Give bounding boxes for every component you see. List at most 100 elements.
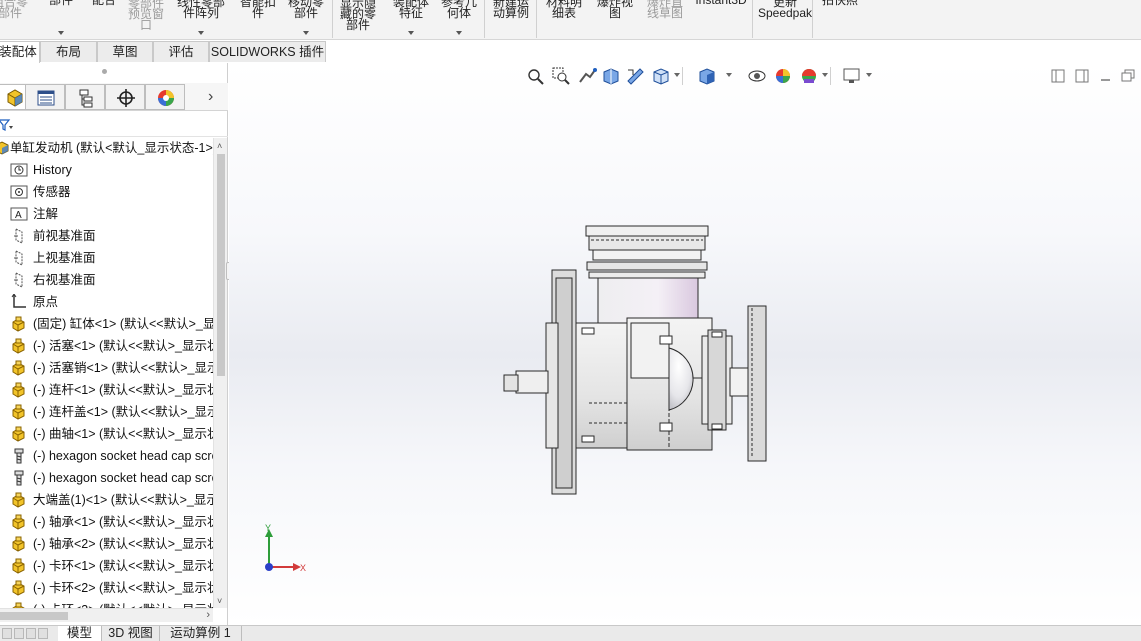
dropdown-caret-icon[interactable] [456,31,462,35]
move-component-button[interactable]: 移动零 部件 [284,0,328,40]
tab-3d-view[interactable]: 3D 视图 [102,626,160,641]
tree-horizontal-scrollbar[interactable]: › [0,608,213,622]
panel-grip-dot[interactable] [102,69,107,74]
tab-motion-study[interactable]: 运动算例 1 [160,626,242,641]
component-preview-button[interactable]: 零部件 预览窗口 [122,0,170,40]
scroll-right-icon[interactable]: › [206,609,210,621]
dropdown-caret-icon[interactable] [303,31,309,35]
dimxpert-tab[interactable] [105,84,145,110]
display-manager-tab[interactable] [145,84,185,110]
combine-components-button[interactable]: 组合零部件 [0,0,32,40]
insert-components-label: 部件 [48,0,73,7]
dropdown-caret-icon[interactable] [674,73,680,77]
funnel-icon[interactable] [0,118,12,132]
tree-filter[interactable] [0,113,228,137]
display-style-icon[interactable] [696,66,718,86]
dropdown-caret-icon[interactable] [58,31,64,35]
edit-appearance-icon[interactable] [772,66,794,86]
tree-vertical-scrollbar[interactable]: ˄ ˅ [213,138,227,608]
configurationmanager-tab[interactable] [65,84,105,110]
dropdown-caret-icon[interactable] [866,73,872,77]
tree-node[interactable]: (-) 卡环<3> (默认<<默认>_显示状态 1>) [0,599,213,608]
view-settings-icon[interactable] [840,66,862,86]
mate-button[interactable]: 配合 [86,0,122,40]
configurationmanager-icon [79,89,93,108]
tree-node[interactable]: 上视基准面 [0,247,213,269]
tree-node[interactable]: (-) 轴承<2> (默认<<默认>_显示状态 1>) [0,533,213,555]
tab-assembly[interactable]: 装配体 [0,41,40,63]
tree-root-node[interactable]: 单缸发动机 (默认<默认_显示状态-1>) [0,138,213,159]
tree-node[interactable]: (-) hexagon socket head cap screw [0,467,213,489]
filter-caret-icon[interactable] [9,126,13,129]
update-speedpak-label: Speedpak [757,6,813,20]
tile-right-icon[interactable] [1071,66,1093,86]
scrollbar-thumb[interactable] [217,154,225,376]
linear-pattern-button[interactable]: 线性零部 件阵列 [172,0,230,40]
zoom-to-fit-icon[interactable] [524,66,546,86]
engine-assembly-model[interactable] [479,218,779,503]
zoom-to-area-icon[interactable] [550,66,572,86]
tree-node[interactable]: 传感器 [0,181,213,203]
tree-node[interactable]: (-) hexagon socket head cap screw [0,445,213,467]
show-hidden-components-button[interactable]: 显示隐 藏的零 部件 [330,0,386,40]
graphics-area[interactable]: Y X [229,63,1141,625]
ribbon-separator [812,0,813,38]
tree-node[interactable]: 前视基准面 [0,225,213,247]
next-tab-nav-icon[interactable] [26,628,36,639]
insert-components-button[interactable]: 部件 [40,0,82,40]
last-tab-nav-icon[interactable] [38,628,48,639]
more-tabs-chevron-icon[interactable]: › [208,88,213,106]
tree-node[interactable]: A 注解 [0,203,213,225]
dropdown-caret-icon[interactable] [198,31,204,35]
scrollbar-thumb[interactable] [0,612,68,620]
restore-icon[interactable] [1117,66,1139,86]
tile-left-icon[interactable] [1047,66,1069,86]
scroll-up-icon[interactable]: ˄ [217,141,222,151]
exploded-view-button[interactable]: 爆炸视图 [590,0,640,40]
tree-node[interactable]: (-) 卡环<2> (默认<<默认>_显示状态 1>) [0,577,213,599]
tree-node[interactable]: 大端盖(1)<1> (默认<<默认>_显示状态 1>) [0,489,213,511]
update-speedpak-button[interactable]: 更新 Speedpak [754,0,816,40]
prev-tab-nav-icon[interactable] [14,628,24,639]
instant3d-button[interactable]: Instant3D [690,0,752,40]
dropdown-caret-icon[interactable] [822,73,828,77]
tab-solidworks-addins[interactable]: SOLIDWORKS 插件 [209,41,326,62]
previous-view-icon[interactable] [576,66,598,86]
tree-node[interactable]: (-) 活塞销<1> (默认<<默认>_显示状态 1>) [0,357,213,379]
new-motion-study-button[interactable]: 新建运 动算例 [484,0,538,40]
tree-node[interactable]: (-) 连杆盖<1> (默认<<默认>_显示状态 1>) [0,401,213,423]
tree-node[interactable]: (-) 活塞<1> (默认<<默认>_显示状态 1>) [0,335,213,357]
tree-node[interactable]: (固定) 缸体<1> (默认<<默认>_显示状态 1>) [0,313,213,335]
take-snapshot-button[interactable]: 拍快照 [816,0,864,40]
tree-node[interactable]: (-) 轴承<1> (默认<<默认>_显示状态 1>) [0,511,213,533]
scroll-down-icon[interactable]: ˅ [217,596,222,606]
tab-layout[interactable]: 布局 [40,41,97,62]
assembly-features-button[interactable]: 装配体 特征 [388,0,434,40]
dropdown-caret-icon[interactable] [408,31,414,35]
tab-model[interactable]: 模型 [58,626,102,641]
dynamic-annotation-icon[interactable] [624,66,646,86]
bill-of-materials-button[interactable]: 材料明 细表 [540,0,588,40]
minimize-icon[interactable] [1095,66,1117,86]
explode-line-sketch-button[interactable]: 爆炸直 线草图 [640,0,690,40]
tree-node[interactable]: (-) 连杆<1> (默认<<默认>_显示状态 1>) [0,379,213,401]
tree-node[interactable]: 原点 [0,291,213,313]
hide-show-icon[interactable] [746,66,768,86]
tree-node[interactable]: History [0,159,213,181]
tree-node[interactable]: (-) 曲轴<1> (默认<<默认>_显示状态 1>) [0,423,213,445]
first-tab-nav-icon[interactable] [2,628,12,639]
tree-node[interactable]: (-) 卡环<1> (默认<<默认>_显示状态 1>) [0,555,213,577]
view-orientation-icon[interactable] [650,66,672,86]
propertymanager-tab[interactable] [25,84,65,110]
tree-node[interactable]: 右视基准面 [0,269,213,291]
combine-components-label: 部件 [0,6,22,20]
dropdown-caret-icon[interactable] [726,73,732,77]
tab-evaluate[interactable]: 评估 [153,41,209,62]
reference-geometry-button[interactable]: 参考几 何体 [436,0,482,40]
featuremanager-tab[interactable] [0,84,26,110]
ribbon-separator [332,0,333,38]
smart-fasteners-button[interactable]: 智能扣件 [232,0,284,40]
tab-sketch[interactable]: 草图 [97,41,153,62]
apply-scene-icon[interactable] [798,66,820,86]
section-view-icon[interactable] [600,66,622,86]
